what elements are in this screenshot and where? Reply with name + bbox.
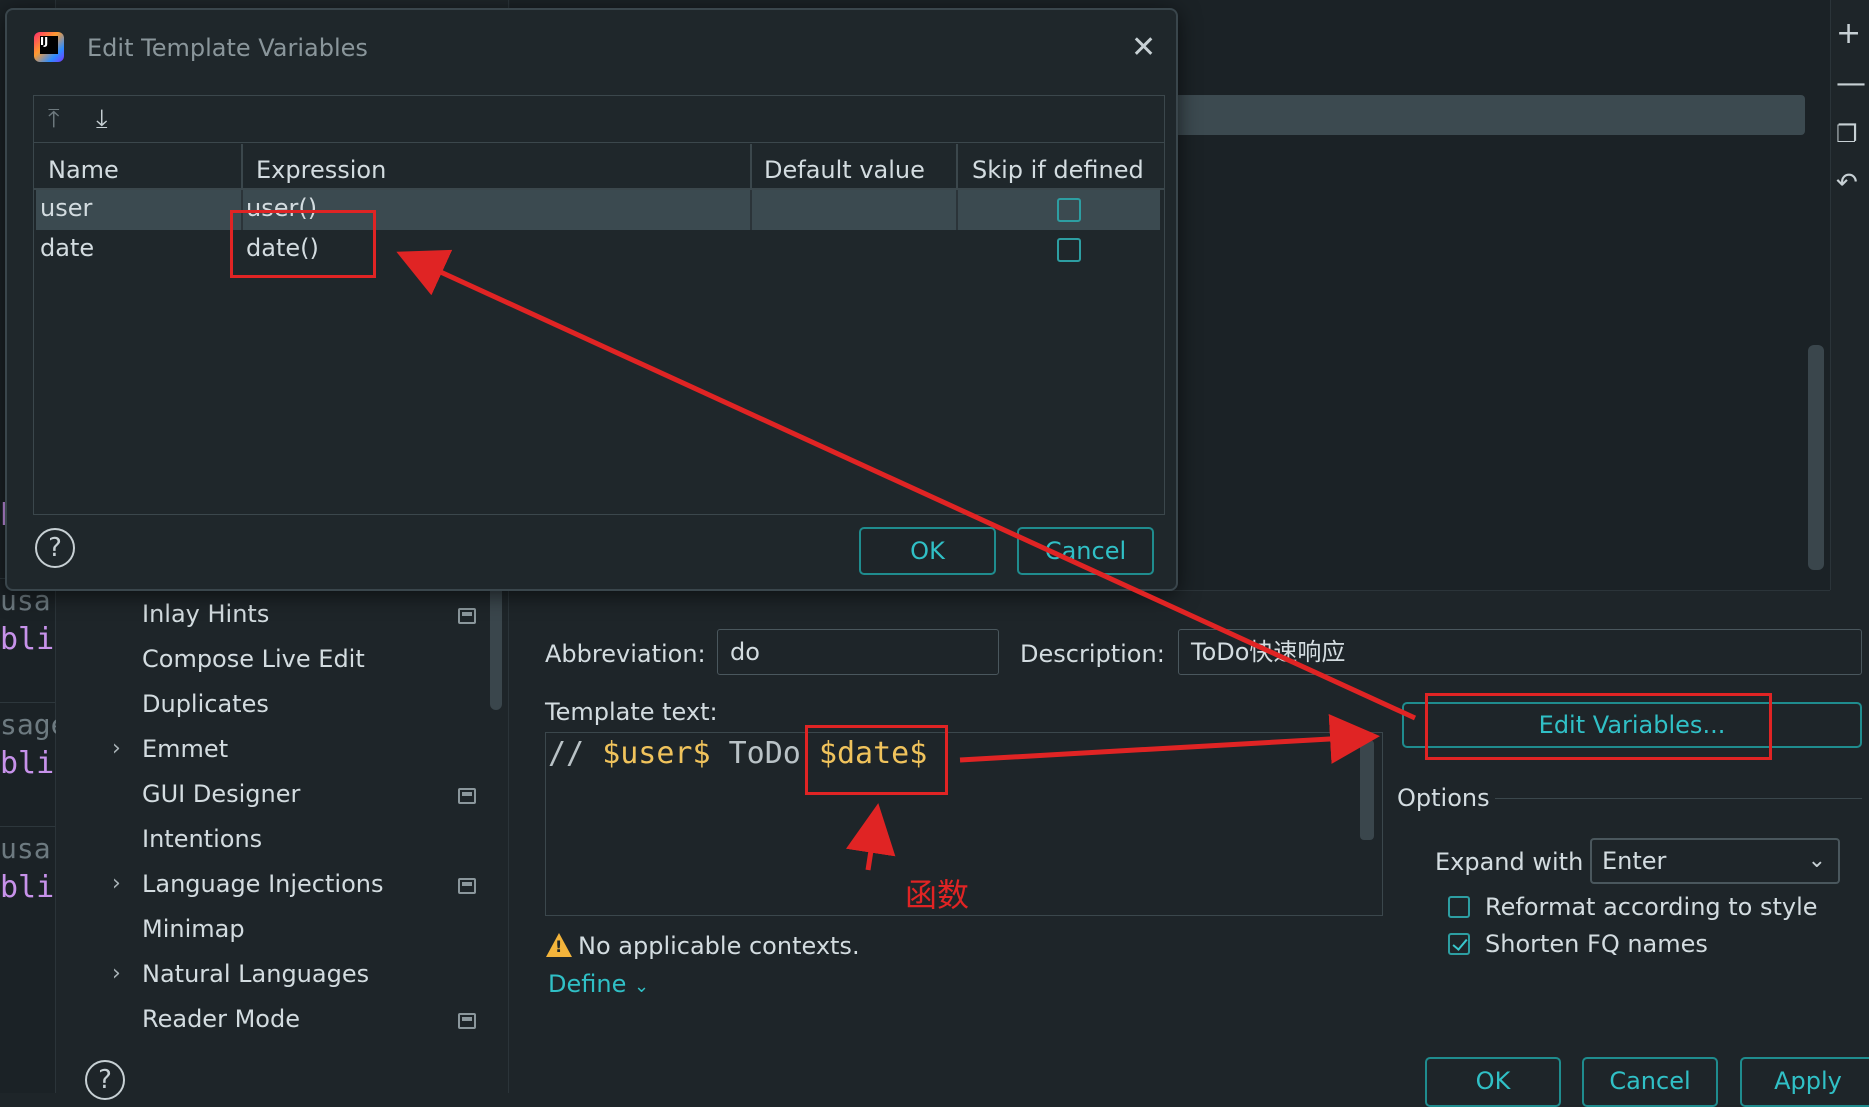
arrow-edit-variables-to-expression	[396, 249, 1417, 721]
annotation-arrows	[396, 249, 1417, 871]
arrow-date-to-edit-variables	[959, 714, 1380, 764]
arrow-function-to-date	[845, 803, 896, 871]
